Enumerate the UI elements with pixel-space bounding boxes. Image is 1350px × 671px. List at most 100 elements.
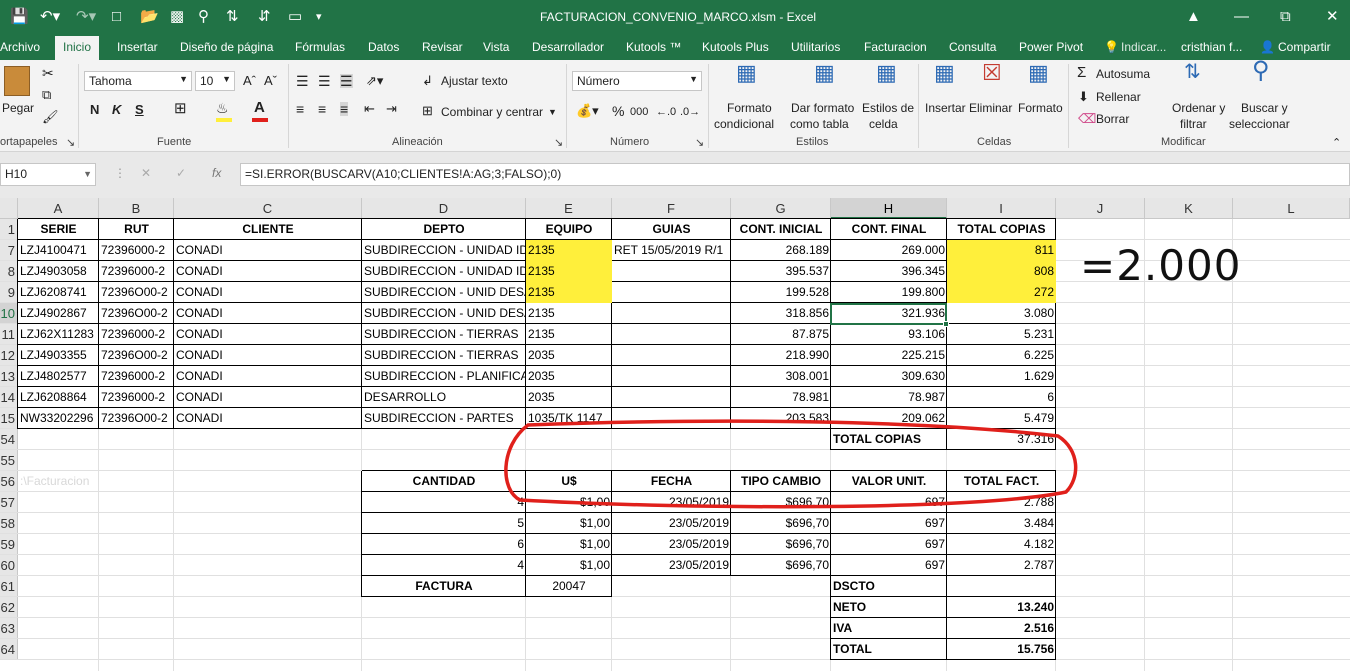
decrease-decimal-icon[interactable]: .0→ [680,105,700,119]
insert-cells-icon[interactable]: ▦ [934,62,955,84]
format-table-button-line1[interactable]: Dar formato [791,101,854,115]
percent-style-button[interactable]: % [612,104,624,118]
tab-consulta[interactable]: Consulta [949,40,996,54]
copy-icon[interactable]: ⧉ [42,88,51,102]
format-cells-button[interactable]: Formato [1018,101,1063,115]
redo-icon[interactable]: ↷▾ [76,8,96,26]
fill-handle[interactable] [943,321,949,327]
align-bottom-icon[interactable]: ☰ [340,74,353,88]
cell-styles-button-line1[interactable]: Estilos de [862,101,914,115]
restore-icon[interactable]: ⧉ [1280,8,1291,26]
shrink-font-icon[interactable]: Aˇ [264,74,277,88]
delete-cells-icon[interactable]: ☒ [982,62,1002,84]
autosum-button[interactable]: Autosuma [1096,67,1150,81]
find-select-button-line1[interactable]: Buscar y [1241,101,1288,115]
conditional-format-button-line2[interactable]: condicional [714,117,774,131]
bold-button[interactable]: N [90,103,99,117]
lightbulb-icon[interactable]: 💡 [1104,40,1119,54]
sort-icon[interactable]: ⇅ [226,8,239,26]
font-name-select[interactable]: Tahoma ▼ [84,71,192,91]
confirm-entry-icon[interactable]: ✓ [176,166,186,180]
tab-kutools-plus[interactable]: Kutools Plus [702,40,769,54]
clipboard-launcher-icon[interactable]: ↘ [66,136,75,149]
orientation-icon[interactable]: ⇗▾ [366,74,383,88]
tab-utilitarios[interactable]: Utilitarios [791,40,840,54]
decrease-indent-icon[interactable]: ⇤ [364,102,375,116]
paste-icon[interactable] [4,66,30,96]
close-icon[interactable]: ✕ [1326,8,1339,26]
cut-icon[interactable]: ✂ [42,66,54,80]
format-painter-icon[interactable]: 🖌 [42,110,59,124]
active-cell-selection[interactable] [830,303,947,325]
delete-cells-button[interactable]: Eliminar [969,101,1012,115]
quick-access-icon[interactable]: ▩ [170,8,184,26]
ribbon-display-icon[interactable]: ▲ [1186,8,1201,26]
cell-styles-button-line2[interactable]: celda [869,117,898,131]
wrap-text-button[interactable]: Ajustar texto [441,74,508,88]
worksheet-grid[interactable]: ABCDEFGHIJKL 1 7 8 9 10 11 12 13 14 15 54 55 56 57 58 5… [0,198,1350,671]
tab-diseno-pagina[interactable]: Diseño de página [180,40,273,54]
chevron-down-icon[interactable]: ▼ [548,105,557,119]
sort-filter-icon[interactable]: ⇅ [1184,62,1201,82]
tab-insertar[interactable]: Insertar [117,40,158,54]
comma-style-button[interactable]: 000 [630,105,648,119]
tab-formulas[interactable]: Fórmulas [295,40,345,54]
cell-styles-icon[interactable]: ▦ [876,62,897,84]
customize-qat-icon[interactable]: ▾ [316,8,322,26]
alignment-launcher-icon[interactable]: ↘ [554,136,563,149]
cancel-entry-icon[interactable]: ✕ [141,166,151,180]
wrap-text-icon[interactable]: ↲ [422,74,433,88]
tab-power-pivot[interactable]: Power Pivot [1019,40,1083,54]
fill-button[interactable]: Rellenar [1096,90,1141,104]
more-icon[interactable]: ⋮ [114,166,126,180]
autosum-icon[interactable]: Σ [1077,65,1086,80]
tab-kutools[interactable]: Kutools ™ [626,40,681,54]
undo-icon[interactable]: ↶▾ [40,8,60,26]
align-right-icon[interactable]: ≡ [340,102,349,116]
format-table-button-line2[interactable]: como tabla [790,117,849,131]
form-icon[interactable]: ▭ [288,8,302,26]
conditional-format-button-line1[interactable]: Formato [727,101,772,115]
underline-button[interactable]: S [135,103,144,117]
fill-color-icon[interactable]: ♨ [216,101,229,115]
sort-filter-button-line1[interactable]: Ordenar y [1172,101,1225,115]
accounting-format-icon[interactable]: 💰▾ [576,104,599,118]
sort-desc-icon[interactable]: ⇵ [258,8,271,26]
formula-input[interactable]: =SI.ERROR(BUSCARV(A10;CLIENTES!A:AG;3;FA… [240,163,1350,186]
merge-center-icon[interactable]: ⊞ [422,104,433,118]
insert-function-button[interactable]: fx [212,166,221,180]
name-box[interactable]: H10 ▼ [0,163,96,186]
collapse-ribbon-icon[interactable]: ⌃ [1332,136,1341,150]
align-left-icon[interactable]: ≡ [296,102,304,116]
save-icon[interactable]: 💾 [10,8,29,26]
borders-icon[interactable]: ⊞ [174,101,187,116]
font-color-icon[interactable]: A [254,100,265,115]
increase-indent-icon[interactable]: ⇥ [386,102,397,116]
tab-datos[interactable]: Datos [368,40,399,54]
format-cells-icon[interactable]: ▦ [1028,62,1049,84]
align-center-icon[interactable]: ≡ [318,102,326,116]
insert-cells-button[interactable]: Insertar [925,101,966,115]
tab-vista[interactable]: Vista [483,40,509,54]
tab-archivo[interactable]: Archivo [0,40,40,54]
align-middle-icon[interactable]: ☰ [318,74,331,88]
align-top-icon[interactable]: ☰ [296,74,309,88]
tab-inicio[interactable]: Inicio [55,36,100,60]
italic-button[interactable]: K [112,103,121,117]
print-preview-icon[interactable]: ⚲ [198,8,209,26]
tab-revisar[interactable]: Revisar [422,40,463,54]
increase-decimal-icon[interactable]: ←.0 [656,105,676,119]
tab-desarrollador[interactable]: Desarrollador [532,40,604,54]
fill-icon[interactable]: ⬇ [1078,90,1089,104]
clear-button[interactable]: Borrar [1096,112,1129,126]
merge-center-button[interactable]: Combinar y centrar [441,105,543,119]
paste-button[interactable]: Pegar [2,101,34,115]
number-format-select[interactable]: Número ▼ [572,71,702,91]
conditional-format-icon[interactable]: ▦ [736,62,757,84]
format-table-icon[interactable]: ▦ [814,62,835,84]
new-file-icon[interactable]: □ [112,8,121,26]
tell-me-search[interactable]: Indicar... [1121,40,1166,54]
clear-icon[interactable]: ⌫ [1078,112,1096,126]
user-icon[interactable]: 👤 [1260,40,1275,54]
find-select-icon[interactable]: ⚲ [1252,59,1270,83]
